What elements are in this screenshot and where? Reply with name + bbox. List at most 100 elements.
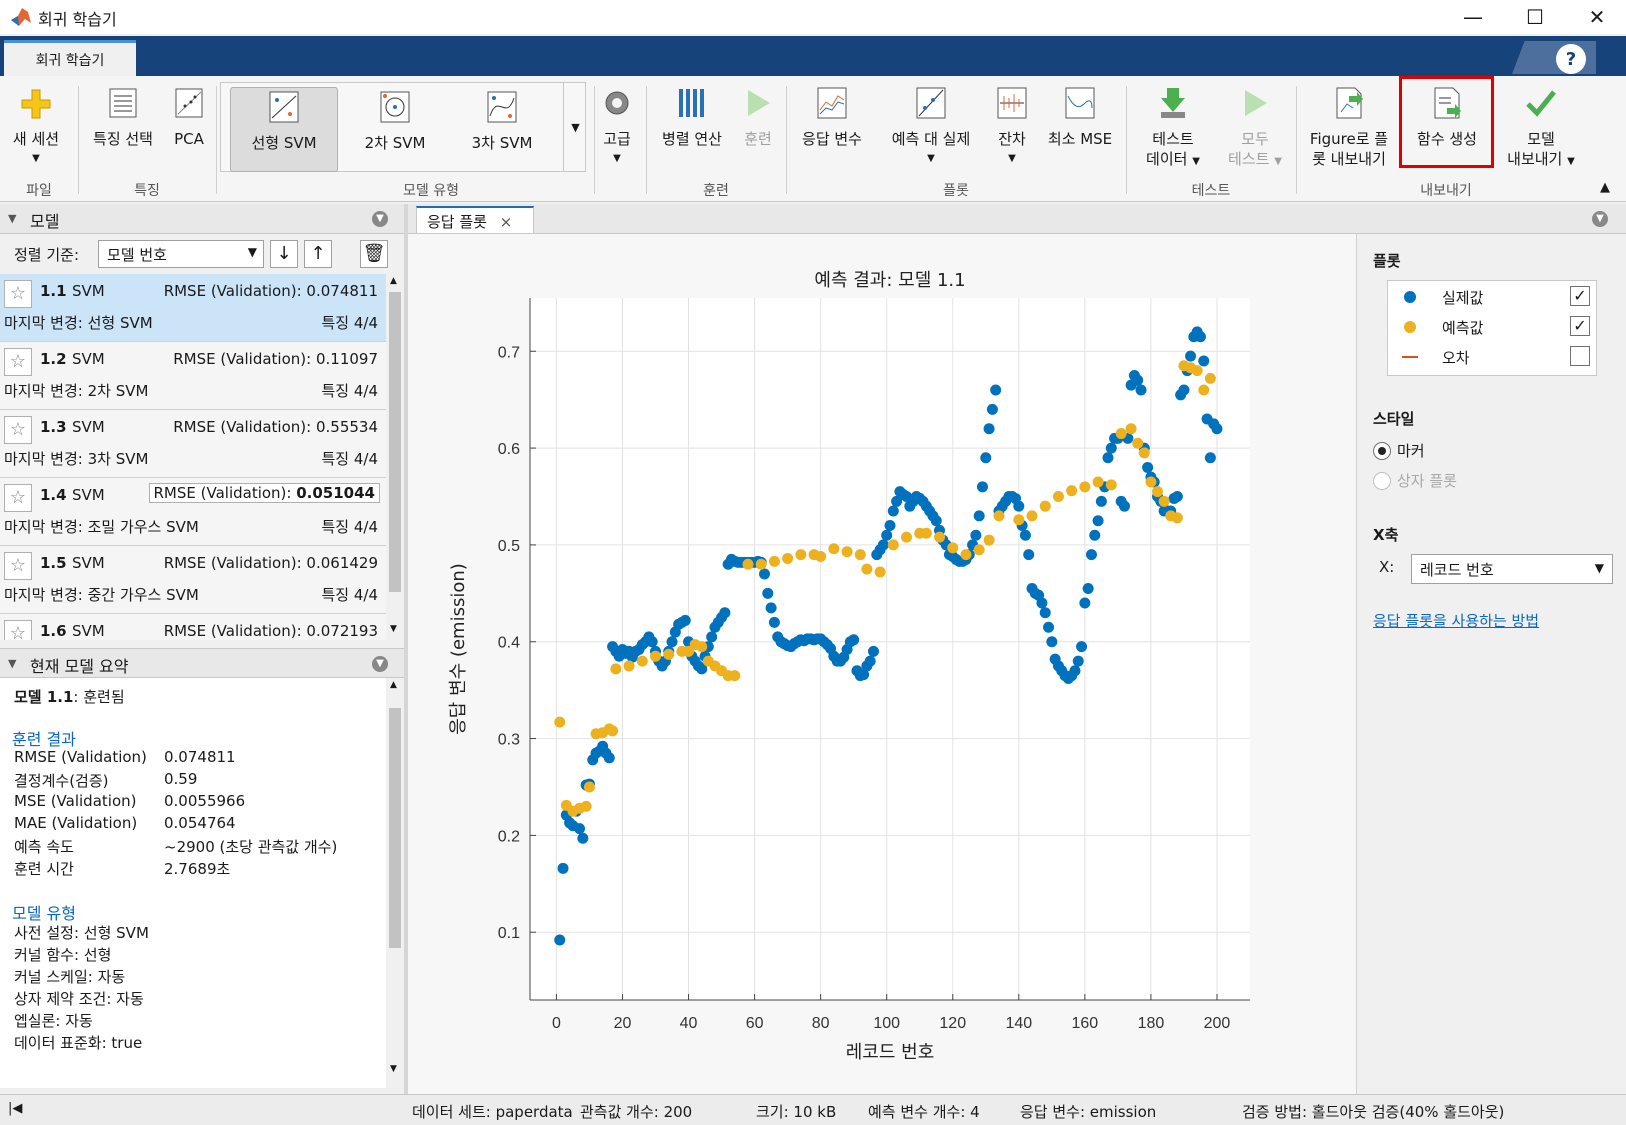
model-type: SVM — [72, 418, 105, 436]
actual-point — [1069, 665, 1081, 677]
actual-point — [973, 510, 985, 522]
x-axis-label: 레코드 번호 — [846, 1042, 935, 1063]
summary-model-name: 모델 1.1 — [14, 688, 74, 706]
panel-menu-icon[interactable]: ▼ — [1592, 211, 1608, 227]
star-icon[interactable]: ☆ — [4, 620, 32, 640]
new-session-button[interactable]: 새 세션 ▼ — [8, 86, 64, 169]
advanced-button[interactable]: 고급 ▼ — [596, 86, 638, 169]
panel-menu-icon[interactable]: ▼ — [372, 656, 388, 672]
x-axis-select[interactable]: 레코드 번호 ▼ — [1411, 554, 1613, 584]
star-icon[interactable]: ☆ — [4, 280, 32, 308]
export-model-label-2: 내보내기 — [1507, 150, 1563, 168]
actual-point — [758, 568, 770, 580]
error-line-icon — [1402, 356, 1418, 358]
gallery-quadratic-svm[interactable]: 2차 SVM — [346, 90, 444, 153]
star-icon[interactable]: ☆ — [4, 348, 32, 376]
predicted-checkbox[interactable]: ✓ — [1570, 316, 1590, 336]
pca-button[interactable]: PCA — [168, 86, 210, 149]
model-item-1-4[interactable]: ☆ 1.4 SVM RMSE (Validation): 0.051044 마지… — [0, 478, 386, 546]
test-all-button[interactable]: 모두 테스트 ▼ — [1222, 86, 1288, 172]
chevron-down-icon: ▼ — [1594, 561, 1604, 575]
y-tick-label: 0.7 — [498, 344, 520, 361]
actual-checkbox[interactable]: ✓ — [1570, 286, 1590, 306]
model-rmse: RMSE (Validation): 0.061429 — [163, 554, 378, 572]
feature-selection-button[interactable]: 특징 선택 — [84, 86, 162, 149]
sort-descending-button[interactable]: ↓ — [270, 240, 298, 268]
window-title: 회귀 학습기 — [38, 10, 117, 29]
predicted-point — [1158, 495, 1170, 507]
residuals-button[interactable]: 잔차 ▼ — [990, 86, 1034, 169]
y-tick-label: 0.2 — [498, 828, 520, 845]
sort-ascending-button[interactable]: ↑ — [304, 240, 332, 268]
predicted-point — [841, 546, 853, 558]
predicted-point — [815, 551, 827, 563]
x-axis-select-value: 레코드 번호 — [1420, 561, 1494, 579]
help-link[interactable]: 응답 플롯을 사용하는 방법 — [1373, 610, 1539, 631]
train-label: 훈련 — [744, 130, 772, 148]
predicted-point — [623, 660, 635, 672]
gallery-linear-svm[interactable]: 선형 SVM — [232, 90, 336, 153]
model-type: SVM — [72, 622, 105, 640]
play-icon — [748, 90, 770, 116]
tab-regression-learner[interactable]: 회귀 학습기 — [4, 40, 136, 76]
model-item-1-6[interactable]: ☆ 1.6 SVM RMSE (Validation): 0.072193 — [0, 614, 386, 640]
min-mse-icon — [1065, 87, 1095, 119]
star-icon[interactable]: ☆ — [4, 484, 32, 512]
model-item-1-1[interactable]: ☆ 1.1 SVM RMSE (Validation): 0.074811 마지… — [0, 274, 386, 342]
model-item-1-5[interactable]: ☆ 1.5 SVM RMSE (Validation): 0.061429 마지… — [0, 546, 386, 614]
result-value: 0.074811 — [164, 748, 236, 766]
gallery-expand-button[interactable]: ▼ — [563, 82, 587, 172]
export-model-button[interactable]: 모델 내보내기 ▼ — [1494, 86, 1588, 172]
panel-menu-icon[interactable]: ▼ — [372, 211, 388, 227]
delete-icon[interactable]: 🗑 — [360, 240, 388, 268]
model-item-1-3[interactable]: ☆ 1.3 SVM RMSE (Validation): 0.55534 마지막… — [0, 410, 386, 478]
error-checkbox[interactable] — [1570, 346, 1590, 366]
train-button[interactable]: 훈련 — [738, 86, 778, 149]
model-id: 1.2 — [40, 350, 67, 368]
actual-point — [1039, 607, 1051, 619]
gallery-cubic-svm[interactable]: 3차 SVM — [452, 90, 552, 153]
actual-point — [1043, 621, 1055, 633]
actual-point — [881, 529, 893, 541]
sort-label: 정렬 기준: — [14, 246, 80, 264]
close-window-button[interactable]: ✕ — [1568, 0, 1626, 34]
x-tick-label: 100 — [873, 1015, 900, 1032]
style-box-radio[interactable] — [1373, 472, 1391, 490]
status-collapse-icon[interactable]: |◀ — [8, 1101, 22, 1116]
style-marker-radio[interactable] — [1373, 442, 1391, 460]
x-axis-header: X축 — [1373, 526, 1399, 544]
model-list-scrollbar[interactable]: ▲ ▼ — [386, 274, 404, 640]
actual-point — [646, 636, 658, 648]
tab-response-plot[interactable]: 응답 플롯 × — [416, 206, 534, 234]
predicted-vs-actual-button[interactable]: 예측 대 실제 ▼ — [882, 86, 980, 169]
collapse-triangle-icon[interactable]: ▼ — [8, 212, 16, 225]
model-item-1-2[interactable]: ☆ 1.2 SVM RMSE (Validation): 0.11097 마지막… — [0, 342, 386, 410]
predicted-point — [742, 558, 754, 570]
close-tab-icon[interactable]: × — [500, 213, 513, 231]
response-plot-button[interactable]: 응답 변수 — [794, 86, 870, 149]
actual-point — [765, 602, 777, 614]
summary-scrollbar[interactable]: ▲ ▼ — [386, 678, 404, 1088]
star-icon[interactable]: ☆ — [4, 552, 32, 580]
actual-point — [930, 515, 942, 527]
help-button[interactable]: ? — [1556, 44, 1586, 74]
min-mse-button[interactable]: 최소 MSE — [1042, 86, 1118, 149]
model-type-header: 모델 유형 — [12, 904, 76, 923]
star-icon[interactable]: ☆ — [4, 416, 32, 444]
minimize-button[interactable]: — — [1444, 0, 1502, 34]
collapse-ribbon-icon[interactable]: ▲ — [1600, 180, 1610, 195]
model-last-change: 마지막 변경: 3차 SVM — [4, 450, 149, 468]
model-features: 특징 4/4 — [321, 382, 378, 400]
model-id: 1.6 — [40, 622, 67, 640]
style-header: 스타일 — [1373, 410, 1415, 428]
maximize-button[interactable]: ☐ — [1506, 0, 1564, 34]
predicted-point — [861, 563, 873, 575]
actual-point — [848, 634, 860, 646]
test-data-button[interactable]: 테스트 데이터 ▼ — [1138, 86, 1208, 172]
sort-select[interactable]: 모델 번호 ▼ — [98, 240, 264, 268]
parallel-button[interactable]: 병렬 연산 — [654, 86, 730, 149]
predicted-vs-actual-icon — [916, 87, 946, 119]
model-type-line: 데이터 표준화: true — [14, 1034, 143, 1052]
export-figure-button[interactable]: Figure로 플 롯 내보내기 — [1304, 86, 1394, 169]
collapse-triangle-icon[interactable]: ▼ — [8, 657, 16, 670]
